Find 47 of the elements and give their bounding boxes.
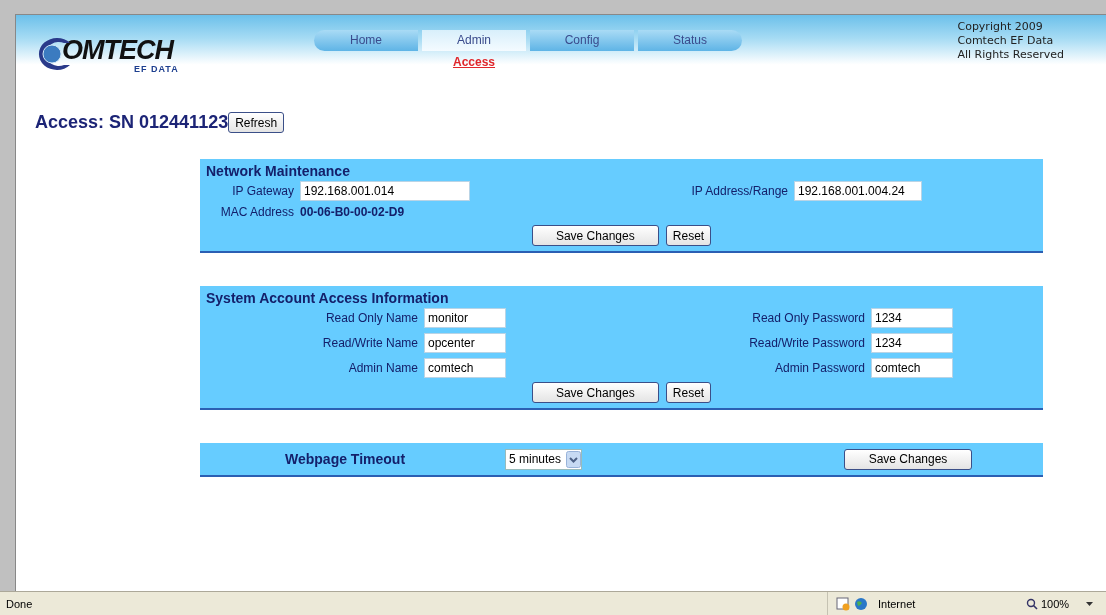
logo-text: OMTECH [62, 37, 173, 63]
globe-icon [854, 596, 868, 611]
nav-tab[interactable]: Config [530, 30, 634, 51]
zoom-control[interactable]: 100% [1016, 597, 1106, 610]
refresh-button[interactable]: Refresh [228, 112, 285, 133]
field-label: Admin Name [347, 361, 418, 375]
input-field[interactable]: comtech [424, 358, 506, 378]
zoom-icon [1026, 597, 1038, 610]
field-label: MAC Address [219, 205, 294, 219]
field-label: Read/Write Name [321, 336, 418, 350]
nav-tab[interactable]: Home [314, 30, 418, 51]
field-label: Read Only Name [324, 311, 418, 325]
field-label: Read Only Password [751, 311, 865, 325]
field-label: IP Address/Range [690, 184, 788, 198]
logo-subtext: EF DATA [134, 64, 179, 74]
input-field[interactable]: 1234 [871, 308, 953, 328]
input-field[interactable]: 1234 [871, 333, 953, 353]
copyright-text: All Rights Reserved [957, 48, 1064, 62]
subnav-link[interactable]: Access [452, 55, 495, 69]
field-label: Admin Password [773, 361, 865, 375]
zone-text: Internet [878, 597, 916, 610]
status-text: Done [6, 597, 33, 610]
field-label: IP Gateway [231, 184, 294, 198]
field-label: Read/Write Password [748, 336, 865, 350]
copyright-text: Comtech EF Data [957, 34, 1055, 48]
timeout-label: Webpage Timeout [285, 451, 407, 467]
form-button[interactable]: Save Changes [531, 225, 659, 246]
copyright-text: Copyright 2009 [957, 20, 1044, 34]
input-field[interactable]: 192.168.001.014 [300, 181, 470, 201]
form-button[interactable]: Save Changes [531, 382, 659, 403]
input-field[interactable]: comtech [871, 358, 953, 378]
nav-tab[interactable]: Status [638, 30, 742, 51]
security-icon [836, 596, 850, 611]
input-field[interactable]: monitor [424, 308, 506, 328]
form-button[interactable]: Reset [665, 382, 712, 403]
caret-icon [1086, 601, 1094, 606]
timeout-select[interactable]: 5 minutes [505, 448, 582, 470]
input-field[interactable]: 192.168.001.004.24 [794, 181, 922, 201]
section-title: System Account Access Information [206, 290, 450, 306]
dropdown-icon [566, 450, 581, 468]
page-title: Access: SN 012441123 [35, 112, 229, 133]
input-field[interactable]: opcenter [424, 333, 506, 353]
save-button[interactable]: Save Changes [844, 448, 972, 470]
form-button[interactable]: Reset [665, 225, 712, 246]
section-title: Network Maintenance [206, 163, 351, 179]
field-value: 00-06-B0-00-02-D9 [300, 205, 406, 219]
nav-tab[interactable]: Admin [422, 30, 526, 51]
